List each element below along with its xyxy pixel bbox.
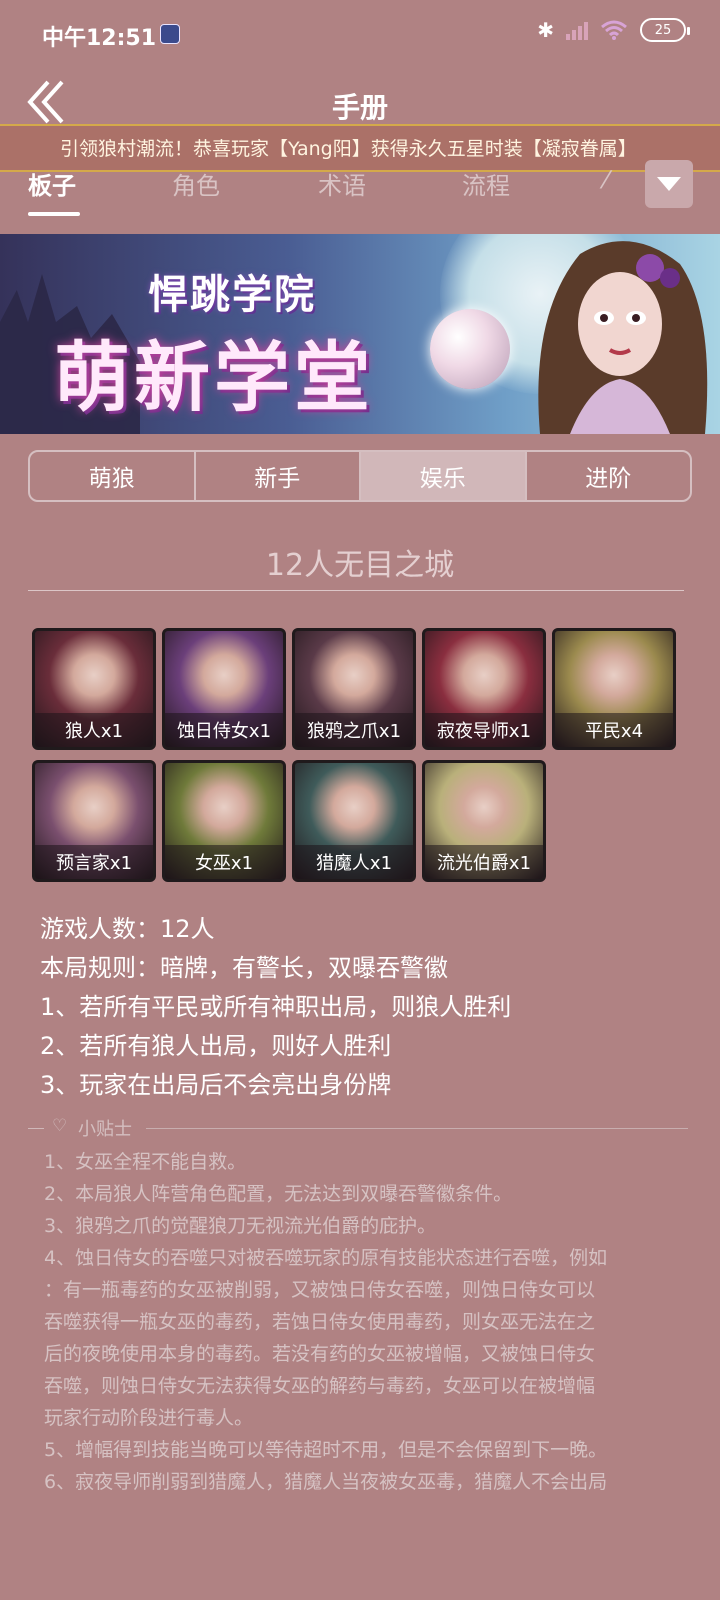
heart-icon: ♡ (52, 1116, 68, 1136)
tip-line: 3、狼鸦之爪的觉醒狼刀无视流光伯爵的庇护。 (44, 1215, 437, 1237)
role-label: 狼鸦之爪x1 (295, 713, 413, 747)
divider (28, 1128, 44, 1129)
banner-character-illustration (538, 241, 708, 434)
role-card-witch[interactable]: 女巫x1 (162, 760, 286, 882)
tip-line: 后的夜晚使用本身的毒药。若没有药的女巫被增幅，又被蚀日侍女 (44, 1343, 596, 1365)
role-label: 蚀日侍女x1 (165, 713, 283, 747)
role-label: 流光伯爵x1 (425, 845, 543, 879)
promo-banner[interactable]: 悍跳学院 萌新学堂 (0, 234, 720, 434)
banner-subtitle: 悍跳学院 (148, 272, 316, 318)
difficulty-segment-control: 萌狼 新手 娱乐 进阶 (28, 450, 692, 502)
tip-line: 吞噬获得一瓶女巫的毒药，若蚀日侍女使用毒药，则女巫无法在之 (44, 1311, 596, 1333)
role-card-villager[interactable]: 平民x4 (552, 628, 676, 750)
role-label: 猎魔人x1 (295, 845, 413, 879)
tips-list: 1、女巫全程不能自救。 2、本局狼人阵营角色配置，无法达到双曝吞警徽条件。 3、… (44, 1146, 684, 1498)
role-label: 预言家x1 (35, 845, 153, 879)
tip-line: 5、增幅得到技能当晚可以等待超时不用，但是不会保留到下一晚。 (44, 1439, 608, 1461)
app-notification-icon (160, 24, 180, 44)
tab-more[interactable]: ⁄ (604, 166, 608, 194)
announcement-marquee: 引领狼村潮流！恭喜玩家【Yang阳】获得永久五星时装【凝寂眷属】 (0, 124, 720, 172)
tip-line: 6、寂夜导师削弱到猎魔人，猎魔人当夜被女巫毒，猎魔人不会出局 (44, 1471, 608, 1493)
tab-process[interactable]: 流程 (462, 166, 510, 201)
segment-advanced[interactable]: 进阶 (527, 452, 691, 500)
role-card-demon-hunter[interactable]: 猎魔人x1 (292, 760, 416, 882)
page-title: 手册 (331, 91, 388, 124)
tips-label: 小贴士 (78, 1119, 132, 1140)
bluetooth-icon: ✱ (537, 18, 554, 42)
reveal-rule: 3、玩家在出局后不会亮出身份牌 (40, 1071, 392, 1099)
divider (146, 1128, 688, 1129)
role-card-eclipse-maid[interactable]: 蚀日侍女x1 (162, 628, 286, 750)
role-label: 寂夜导师x1 (425, 713, 543, 747)
active-tab-indicator (28, 212, 80, 216)
tip-line: 玩家行动阶段进行毒人。 (44, 1407, 254, 1429)
tip-line: 吞噬，则蚀日侍女无法获得女巫的解药与毒药，女巫可以在被增幅 (44, 1375, 596, 1397)
role-card-wolf-crow-claw[interactable]: 狼鸦之爪x1 (292, 628, 416, 750)
segment-beginner[interactable]: 新手 (196, 452, 361, 500)
status-bar: 中午12:51 ✱ 25 (0, 0, 720, 70)
game-rules: 本局规则：暗牌，有警长，双曝吞警徽 (40, 954, 448, 982)
tab-boards[interactable]: 板子 (28, 166, 76, 201)
player-count: 游戏人数：12人 (40, 915, 215, 943)
signal-icon (566, 20, 588, 40)
segment-cute-wolf[interactable]: 萌狼 (30, 452, 196, 500)
status-icons: ✱ 25 (537, 18, 690, 42)
win-condition-good: 2、若所有狼人出局，则好人胜利 (40, 1032, 392, 1060)
role-card-streamer-count[interactable]: 流光伯爵x1 (422, 760, 546, 882)
status-time: 中午12:51 (42, 26, 157, 51)
tabs-dropdown-button[interactable] (645, 160, 693, 208)
role-card-seer[interactable]: 预言家x1 (32, 760, 156, 882)
board-rules: 游戏人数：12人 本局规则：暗牌，有警长，双曝吞警徽 1、若所有平民或所有神职出… (40, 910, 690, 1105)
role-label: 平民x4 (555, 713, 673, 747)
tab-roles[interactable]: 角色 (172, 166, 220, 201)
role-label: 狼人x1 (35, 713, 153, 747)
title-divider (28, 590, 684, 591)
category-tabs: 板子 角色 术语 流程 ⁄ (0, 166, 720, 218)
tip-line: 4、蚀日侍女的吞噬只对被吞噬玩家的原有技能状态进行吞噬，例如 (44, 1247, 608, 1269)
tip-line: 2、本局狼人阵营角色配置，无法达到双曝吞警徽条件。 (44, 1183, 513, 1205)
tab-terms[interactable]: 术语 (318, 166, 366, 201)
battery-icon: 25 (640, 18, 690, 42)
banner-crystal-orb (430, 309, 510, 389)
tip-line: ：有一瓶毒药的女巫被削弱，又被蚀日侍女吞噬，则蚀日侍女可以 (44, 1279, 596, 1301)
board-title: 12人无目之城 (265, 548, 455, 583)
role-card-silent-night-mentor[interactable]: 寂夜导师x1 (422, 628, 546, 750)
announcement-text: 引领狼村潮流！恭喜玩家【Yang阳】获得永久五星时装【凝寂眷属】 (60, 138, 637, 160)
tip-line: 1、女巫全程不能自救。 (44, 1151, 247, 1173)
role-card-werewolf[interactable]: 狼人x1 (32, 628, 156, 750)
chevron-down-icon (657, 177, 681, 191)
win-condition-wolves: 1、若所有平民或所有神职出局，则狼人胜利 (40, 993, 512, 1021)
role-label: 女巫x1 (165, 845, 283, 879)
banner-title: 萌新学堂 (54, 333, 374, 422)
segment-entertainment[interactable]: 娱乐 (361, 452, 527, 500)
wifi-icon (600, 20, 628, 40)
tips-header: ♡ 小贴士 (28, 1114, 688, 1144)
